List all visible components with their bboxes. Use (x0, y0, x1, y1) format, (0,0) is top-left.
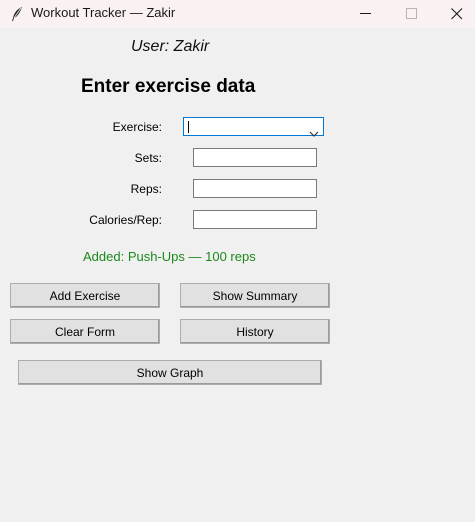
feather-icon (10, 6, 24, 22)
exercise-combobox[interactable] (183, 117, 324, 137)
page-title: Enter exercise data (81, 76, 256, 97)
chevron-down-icon[interactable] (309, 123, 319, 142)
show-summary-button[interactable]: Show Summary (180, 283, 330, 308)
exercise-label: Exercise: (112, 120, 162, 134)
maximize-button[interactable] (389, 0, 435, 28)
show-graph-button[interactable]: Show Graph (18, 360, 322, 385)
minimize-button[interactable] (343, 0, 389, 28)
calories-per-rep-input[interactable] (193, 210, 317, 229)
sets-label: Sets: (134, 151, 162, 165)
calories-per-rep-label: Calories/Rep: (89, 213, 162, 227)
window-title: Workout Tracker — Zakir (31, 5, 176, 20)
title-bar[interactable]: Workout Tracker — Zakir (0, 0, 475, 28)
add-exercise-button[interactable]: Add Exercise (10, 283, 160, 308)
clear-form-button[interactable]: Clear Form (10, 319, 160, 344)
minimize-icon (360, 13, 371, 14)
reps-label: Reps: (130, 182, 162, 196)
close-button[interactable] (434, 0, 475, 28)
reps-input[interactable] (193, 179, 317, 198)
text-cursor (188, 121, 189, 133)
maximize-icon (406, 8, 417, 19)
status-message: Added: Push-Ups — 100 reps (83, 249, 256, 264)
app-window: Workout Tracker — Zakir User: Zakir Ente… (0, 0, 475, 522)
close-icon (451, 8, 463, 20)
user-label: User: Zakir (131, 38, 210, 55)
history-button[interactable]: History (180, 319, 330, 344)
sets-input[interactable] (193, 148, 317, 167)
